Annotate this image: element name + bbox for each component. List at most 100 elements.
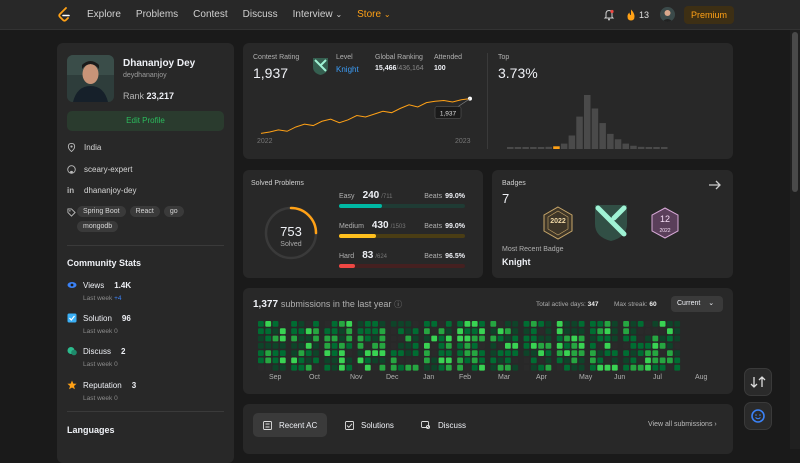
linkedin-row[interactable]: in dhananjoy-dey <box>67 186 136 195</box>
heatmap-cell <box>445 364 452 371</box>
chart-year-end: 2023 <box>455 138 471 145</box>
heatmap-cell <box>445 328 452 335</box>
month-label: Dec <box>386 374 399 381</box>
heatmap-cell <box>667 321 673 327</box>
solved-total: 753 <box>280 224 302 239</box>
rating-histogram[interactable] <box>507 93 697 149</box>
heatmap-cell <box>471 328 478 335</box>
heatmap-cell <box>471 335 478 342</box>
nav-store[interactable]: Store ⌄ <box>357 9 390 20</box>
page-scrollbar-thumb[interactable] <box>792 32 798 192</box>
heatmap-cell <box>512 328 519 335</box>
knight-badge-large-icon[interactable] <box>592 202 630 242</box>
linkedin-text: dhananjoy-dey <box>84 186 137 195</box>
heatmap-cell <box>346 357 353 364</box>
heatmap-cell <box>339 350 345 356</box>
switch-view-button[interactable] <box>744 368 772 396</box>
histogram-bar <box>553 146 560 149</box>
heatmap-cell <box>258 335 264 342</box>
nav-contest[interactable]: Contest <box>193 9 227 20</box>
heatmap-cell <box>571 350 578 356</box>
heatmap-cell <box>637 364 644 371</box>
attended-label: Attended <box>434 54 463 61</box>
arrow-right-icon[interactable] <box>708 179 722 191</box>
tab-solutions[interactable]: Solutions <box>335 413 404 437</box>
heatmap-cell <box>564 328 570 335</box>
rank-value: 23,217 <box>146 91 175 101</box>
edit-profile-button[interactable]: Edit Profile <box>67 111 224 131</box>
nav-problems[interactable]: Problems <box>136 9 178 20</box>
nav-discuss[interactable]: Discuss <box>243 9 278 20</box>
heatmap-cell <box>372 364 378 371</box>
heatmap-cell <box>556 357 563 364</box>
recent-badge-value: Knight <box>502 257 531 267</box>
heatmap-cell <box>512 342 519 349</box>
heatmap-cell <box>272 328 279 335</box>
heatmap-cell <box>457 364 463 371</box>
heatmap-cell <box>667 357 673 364</box>
heatmap-cell <box>564 350 570 356</box>
heatmap-cell <box>324 350 331 356</box>
skill-tag[interactable]: React <box>129 206 160 217</box>
heatmap-cell <box>505 321 511 327</box>
submission-heatmap[interactable] <box>258 321 728 371</box>
heatmap-cell <box>630 342 637 349</box>
month-label: Feb <box>459 374 472 381</box>
nav-explore[interactable]: Explore <box>87 9 121 20</box>
heatmap-cell <box>346 342 353 349</box>
heatmap-cell <box>412 342 419 349</box>
nav-interview[interactable]: Interview ⌄ <box>293 9 343 20</box>
info-icon[interactable]: ⓘ <box>394 300 402 309</box>
skill-tag[interactable]: mongodb <box>77 221 119 232</box>
heatmap-cell <box>523 350 530 356</box>
view-all-submissions-link[interactable]: View all submissions › <box>648 421 717 428</box>
skill-tag[interactable]: go <box>163 206 184 217</box>
year-filter-dropdown[interactable]: Current ⌄ <box>671 296 723 312</box>
feedback-button[interactable] <box>744 402 772 430</box>
heatmap-cell <box>645 342 651 349</box>
histogram-bar <box>530 147 537 149</box>
fire-icon[interactable] <box>626 9 636 21</box>
premium-button[interactable]: Premium <box>684 6 734 24</box>
heatmap-cell <box>298 350 305 356</box>
medium-count: 430 <box>371 220 389 231</box>
user-avatar-small[interactable] <box>660 7 675 22</box>
heatmap-cell <box>497 350 504 356</box>
histogram-bar <box>607 133 614 149</box>
heatmap-cell <box>630 357 637 364</box>
heatmap-cell <box>464 321 471 327</box>
streak-count: 13 <box>639 10 650 20</box>
heatmap-cell <box>445 342 452 349</box>
heatmap-cell <box>556 350 563 356</box>
profile-rank: Rank 23,217 <box>123 91 174 101</box>
leetcode-logo[interactable] <box>57 7 71 23</box>
tab-recent-ac[interactable]: Recent AC <box>253 413 328 437</box>
rating-line-chart[interactable]: 1,937 <box>253 83 478 145</box>
month-label: Mar <box>498 374 511 381</box>
heatmap-cell <box>372 342 378 349</box>
heatmap-cell <box>424 321 430 327</box>
heatmap-cell <box>324 357 331 364</box>
bell-icon[interactable] <box>603 9 615 21</box>
heatmap-cell <box>390 350 397 356</box>
heatmap-cell <box>357 350 364 356</box>
heatmap-cell <box>645 364 651 371</box>
github-row[interactable]: sceary-expert <box>67 165 132 174</box>
reputation-delta: 0 <box>114 395 118 402</box>
heatmap-cell <box>530 335 537 342</box>
hard-label: Hard <box>339 253 355 260</box>
global-ranking-label: Global Ranking <box>375 54 423 61</box>
tab-discuss[interactable]: Discuss <box>411 413 476 437</box>
heatmap-cell <box>505 364 511 371</box>
heatmap-cell <box>630 321 637 327</box>
heatmap-cell <box>652 321 659 327</box>
skill-tag[interactable]: Spring Boot <box>77 206 126 217</box>
heatmap-cell <box>590 328 596 335</box>
views-delta: +4 <box>114 295 122 302</box>
annual-badge-year: 2022 <box>550 218 566 225</box>
heatmap-cell <box>424 350 430 356</box>
heatmap-cell <box>291 364 297 371</box>
month-label: Jun <box>614 374 626 381</box>
heatmap-cell <box>424 364 430 371</box>
heatmap-cell <box>571 335 578 342</box>
